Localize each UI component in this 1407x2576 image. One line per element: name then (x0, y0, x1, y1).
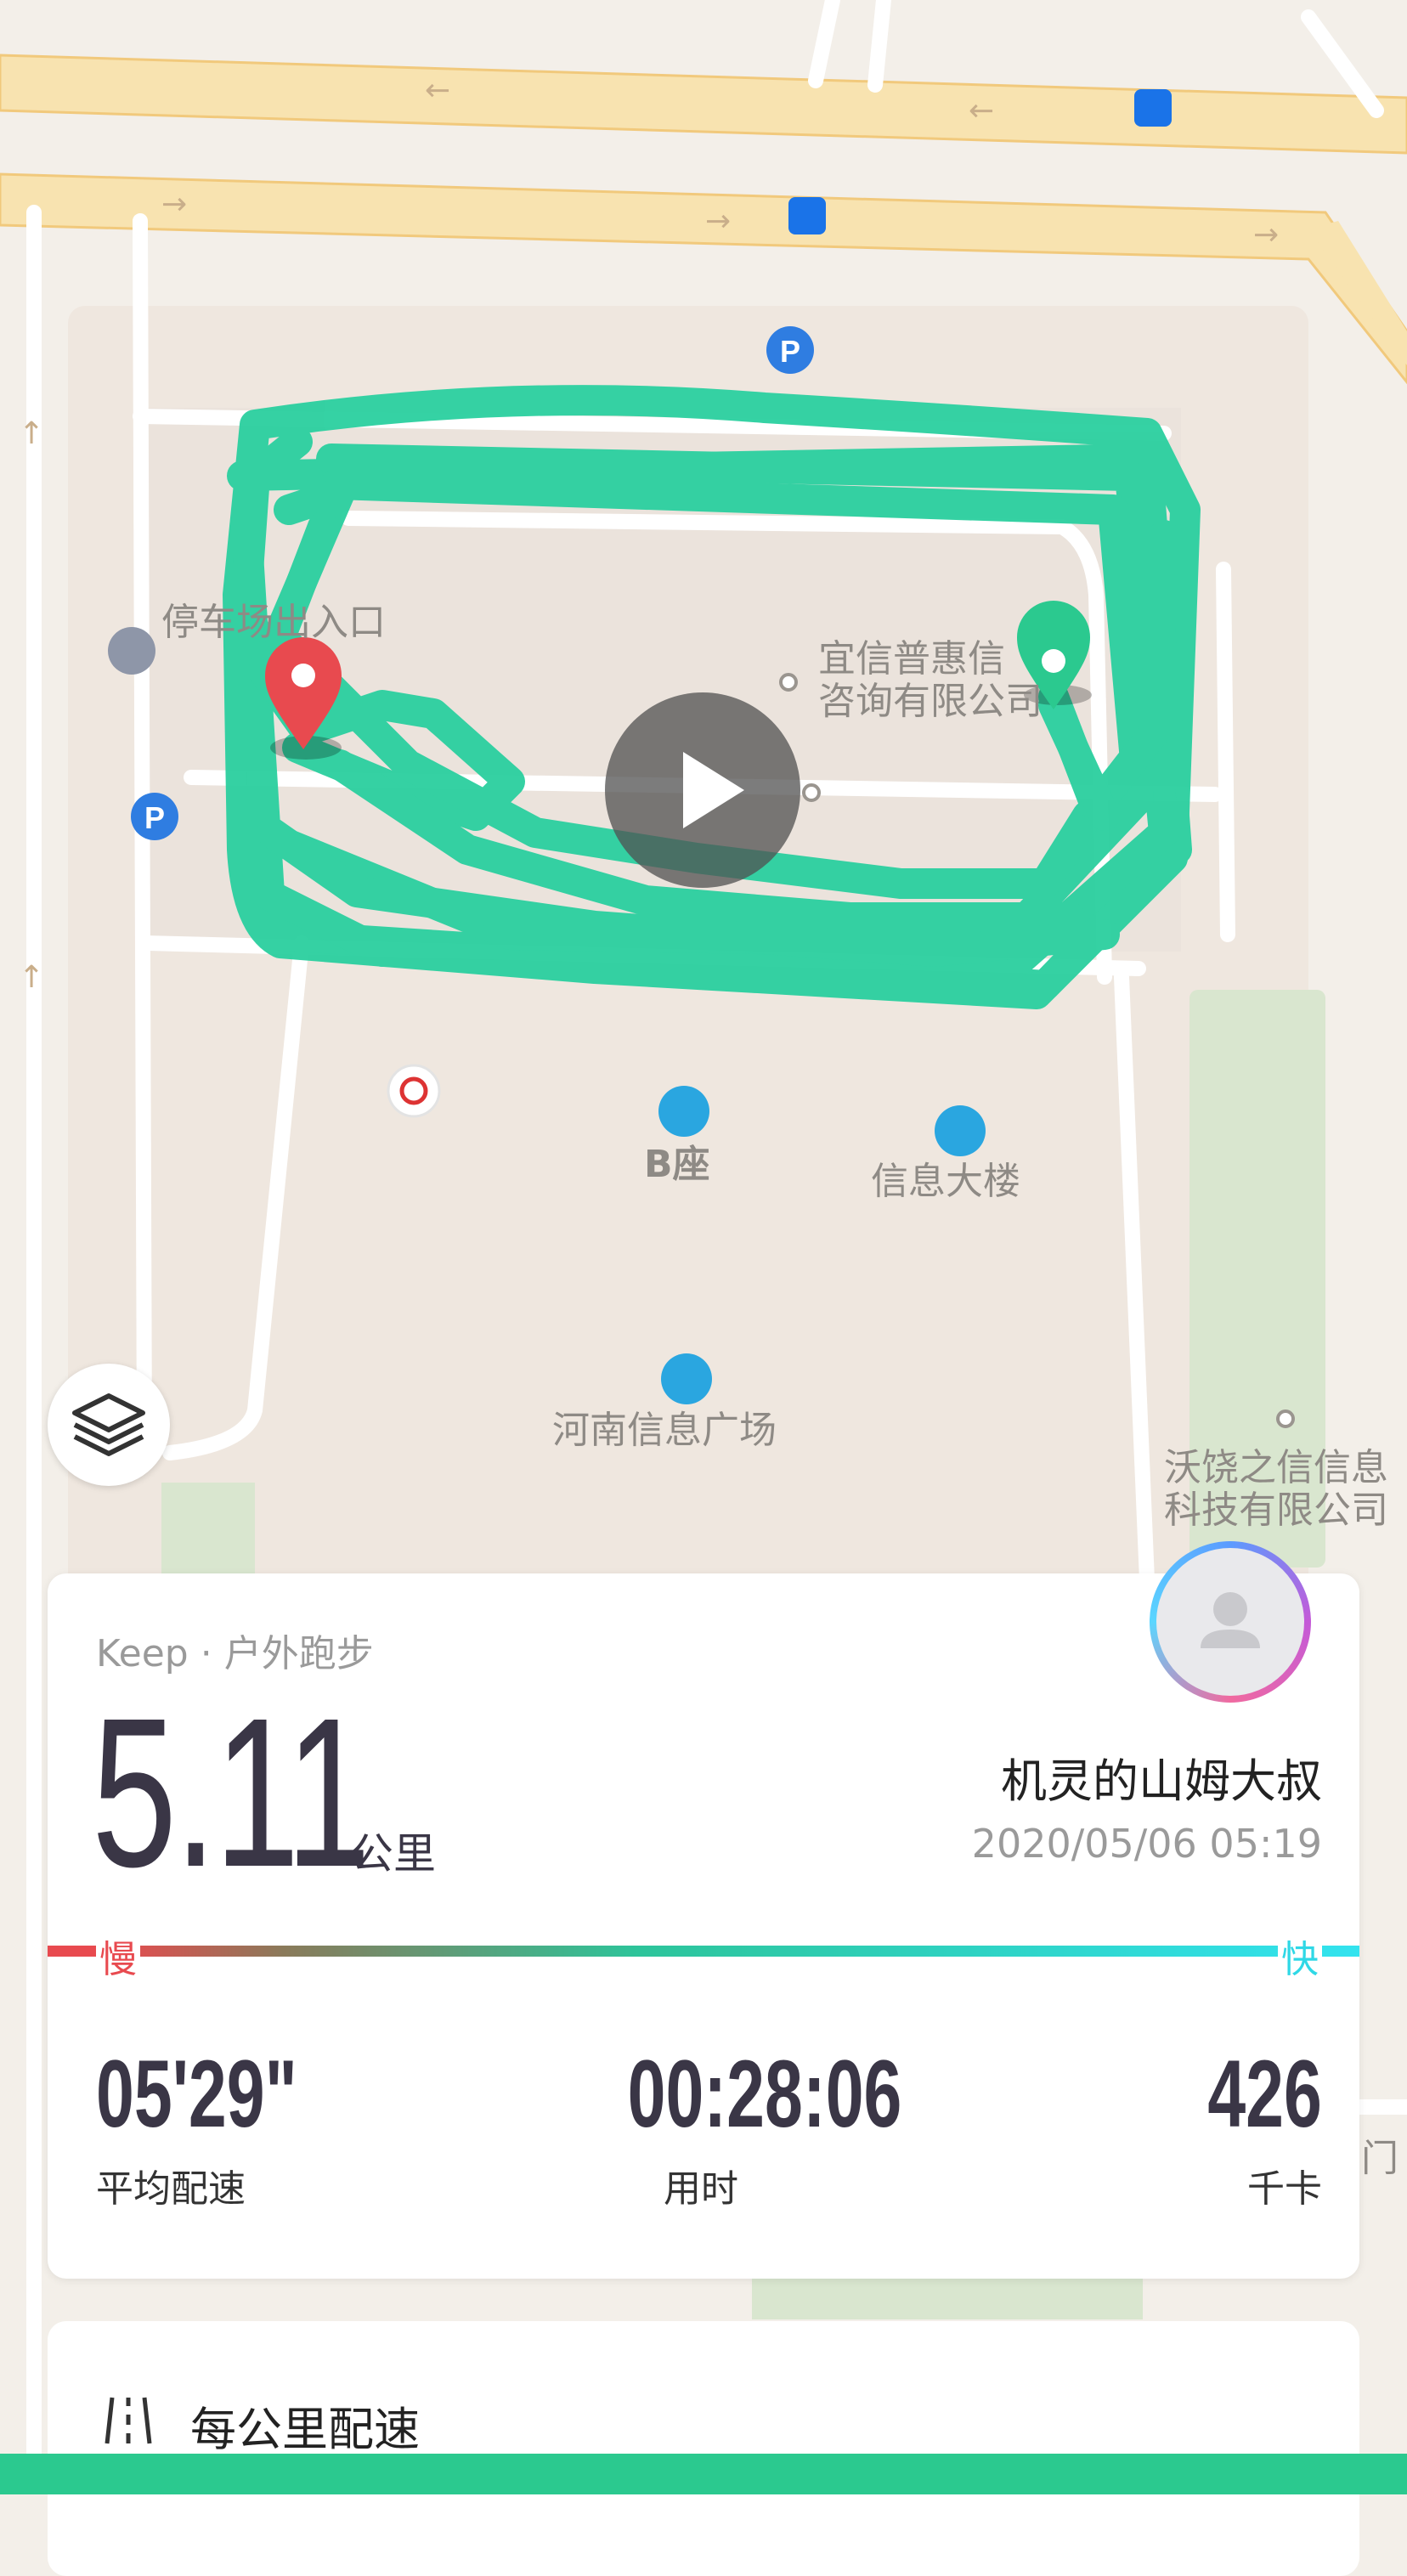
activity-source: Keep · 户外跑步 (96, 1632, 374, 1675)
avg-pace-label: 平均配速 (96, 2167, 246, 2211)
svg-text:→: → (1253, 217, 1279, 252)
map-label-right-edge: 门 (1361, 2137, 1399, 2180)
duration-label: 用时 (664, 2167, 738, 2211)
svg-text:→: → (161, 187, 187, 222)
fast-label: 快 (1278, 1929, 1322, 1983)
map-label-henan-plaza: 河南信息广场 (552, 1409, 777, 1452)
user-name[interactable]: 机灵的山姆大叔 (1001, 1743, 1322, 1811)
play-route-button[interactable] (605, 692, 800, 888)
svg-text:P: P (144, 800, 165, 835)
layers-icon (72, 1393, 145, 1456)
duration-value: 00:28:06 (627, 2041, 902, 2147)
per-km-pace-title: 每公里配速 (190, 2403, 420, 2456)
map-label-yixin-line1: 宜信普惠信 (818, 637, 1005, 681)
bottom-accent-bar (0, 2454, 1407, 2494)
slow-label: 慢 (96, 1929, 140, 1983)
map-label-yixin-line2: 咨询有限公司 (818, 680, 1043, 723)
calories-value: 426 (1207, 2041, 1322, 2147)
svg-text:↑: ↑ (19, 416, 44, 451)
pace-bars-icon (105, 2397, 152, 2444)
map-label-building-b: B座 (644, 1143, 710, 1186)
play-icon (683, 752, 744, 828)
svg-text:→: → (705, 204, 731, 239)
avatar[interactable] (1150, 1541, 1311, 1703)
map-label-woyao-line2: 科技有限公司 (1164, 1489, 1388, 1532)
avg-pace-value: 05'29" (96, 2041, 297, 2147)
distance-unit: 公里 (351, 1829, 436, 1878)
svg-text:←: ← (969, 93, 994, 128)
map-label-info-building: 信息大楼 (871, 1160, 1020, 1203)
svg-text:←: ← (425, 73, 450, 108)
distance-value: 5.11 (92, 1674, 370, 1911)
calories-label: 千卡 (1247, 2167, 1322, 2211)
map-label-parking-exit: 停车场出入口 (161, 601, 386, 644)
map-label-woyao-line1: 沃饶之信信息 (1164, 1446, 1388, 1489)
pace-gradient-bar (48, 1946, 1359, 1957)
map-layers-button[interactable] (48, 1364, 170, 1486)
svg-text:↑: ↑ (19, 960, 44, 995)
svg-text:P: P (780, 334, 800, 369)
activity-datetime: 2020/05/06 05:19 (971, 1821, 1322, 1867)
user-avatar-icon (1201, 1592, 1260, 1648)
